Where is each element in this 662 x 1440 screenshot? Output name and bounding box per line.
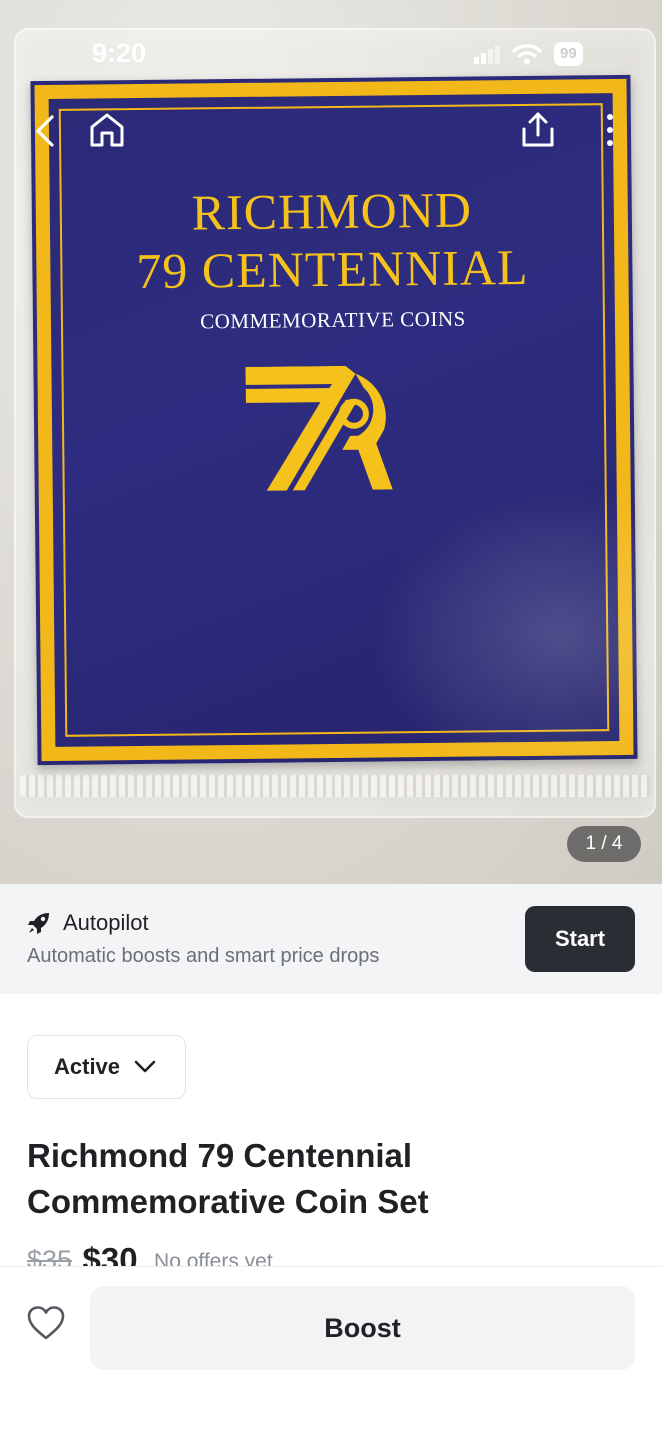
cover-title-line1: RICHMOND	[191, 181, 473, 241]
original-price: $35	[27, 1245, 73, 1266]
photo-page-indicator: 1 / 4	[567, 826, 641, 862]
cover-glare	[334, 454, 659, 818]
status-indicators: 99	[474, 40, 583, 68]
listing-title: Richmond 79 Centennial Commemorative Coi…	[27, 1137, 429, 1220]
home-icon	[90, 113, 124, 147]
listing-status-dropdown[interactable]: Active	[27, 1035, 186, 1099]
listing-status-label: Active	[54, 1054, 121, 1079]
current-price: $30	[82, 1241, 138, 1266]
autopilot-subtitle: Automatic boosts and smart price drops	[27, 945, 380, 967]
cover-title-line2: 79 CENTENNIAL	[136, 238, 529, 300]
autopilot-title: Autopilot	[63, 910, 149, 935]
cover-title: RICHMOND 79 CENTENNIAL	[32, 179, 633, 301]
back-button[interactable]	[28, 112, 62, 150]
wifi-icon	[512, 44, 542, 65]
heart-icon	[27, 1306, 65, 1340]
price-row: $35 $30 No offers yet	[27, 1238, 647, 1266]
boost-button[interactable]: Boost	[90, 1286, 635, 1370]
more-vertical-icon	[607, 114, 613, 146]
listing-photo[interactable]: RICHMOND 79 CENTENNIAL COMMEMORATIVE COI…	[0, 0, 662, 884]
more-options-button[interactable]	[600, 110, 620, 150]
share-button[interactable]	[518, 110, 558, 150]
battery-indicator: 99	[554, 42, 583, 66]
chevron-down-icon	[134, 1060, 156, 1073]
signal-icon	[474, 45, 500, 64]
share-icon	[522, 112, 554, 147]
status-time: 9:20	[92, 38, 147, 68]
coin-set-cover: RICHMOND 79 CENTENNIAL COMMEMORATIVE COI…	[30, 74, 659, 818]
favorite-button[interactable]	[26, 1305, 66, 1343]
offers-status: No offers yet	[154, 1250, 273, 1266]
home-button[interactable]	[86, 110, 128, 150]
chevron-left-icon	[36, 115, 54, 147]
autopilot-start-button[interactable]: Start	[525, 906, 635, 972]
rocket-icon	[28, 913, 49, 934]
